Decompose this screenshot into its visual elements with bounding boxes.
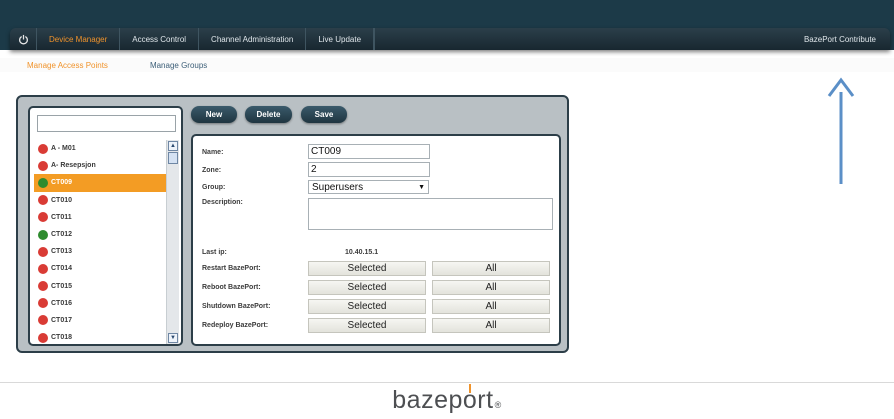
group-label: Group: [202,184,226,191]
logo-text-end: rt [477,386,494,414]
device-list-item-label: CT012 [51,231,73,239]
device-list-item[interactable]: CT012 [34,226,166,243]
device-list-item[interactable]: CT014 [34,260,166,277]
group-select-value: Superusers [312,181,364,193]
annotation-arrow-icon [827,77,855,184]
shutdown-all-button[interactable]: All [432,299,550,314]
footer-divider [0,382,894,383]
reboot-label: Reboot BazePort: [202,284,261,291]
nav-tab-device-manager[interactable]: Device Manager [36,28,119,50]
device-list-item-label: CT009 [51,179,73,187]
device-list-item-label: CT011 [51,213,72,221]
status-offline-icon [38,195,48,206]
access-point-panel: A - M01 A- Resepsjon CT009 CT010 CT011 CT012 C… [16,95,569,353]
group-select[interactable]: Superusers ▼ [308,180,429,194]
logo-text-start: bazep [392,386,463,414]
device-list-item[interactable]: CT018 [34,329,166,344]
description-label: Description: [202,199,243,206]
save-button[interactable]: Save [301,106,347,123]
shutdown-selected-button[interactable]: Selected [308,299,426,314]
status-online-icon [38,177,48,188]
device-list-item[interactable]: CT015 [34,278,166,295]
redeploy-all-button[interactable]: All [432,318,550,333]
device-search-input[interactable] [37,115,176,132]
reboot-all-button[interactable]: All [432,280,550,295]
restart-all-button[interactable]: All [432,261,550,276]
device-list-item[interactable]: CT017 [34,312,166,329]
reboot-selected-button[interactable]: Selected [308,280,426,295]
scroll-down-icon[interactable]: ▼ [168,333,178,343]
device-list-item-label: CT018 [51,334,73,342]
device-list-panel: A - M01 A- Resepsjon CT009 CT010 CT011 CT012 C… [28,106,183,346]
last-ip-label: Last ip: [202,249,227,256]
shutdown-label: Shutdown BazePort: [202,303,271,310]
device-list-item[interactable]: CT010 [34,192,166,209]
top-header-bar: Device Manager Access Control Channel Ad… [0,0,894,50]
status-offline-icon [38,143,48,154]
status-offline-icon [38,246,48,257]
nav-tab-live-update[interactable]: Live Update [305,28,373,50]
list-scrollbar[interactable]: ▲ ▼ [166,140,179,344]
subnav-manage-access-points[interactable]: Manage Access Points [0,61,108,70]
name-field[interactable]: CT009 [308,144,430,159]
device-list-item[interactable]: CT009 [34,174,166,192]
device-list-item-label: CT017 [51,316,73,324]
description-field[interactable] [308,198,553,230]
device-list-item-label: CT015 [51,282,73,290]
status-offline-icon [38,298,48,309]
device-list-item-label: A - M01 [51,145,76,153]
new-button[interactable]: New [191,106,237,123]
subnav-manage-groups[interactable]: Manage Groups [108,61,207,70]
device-list-item-label: CT010 [51,196,73,204]
delete-button[interactable]: Delete [245,106,292,123]
device-list-item-label: CT013 [51,248,73,256]
device-details-form: Name: CT009 Zone: 2 Group: Superusers ▼ … [191,134,561,346]
device-list-item-label: CT014 [51,265,73,273]
scroll-up-icon[interactable]: ▲ [168,141,178,151]
scroll-thumb[interactable] [168,152,178,164]
logo-registered-mark: ® [494,400,502,410]
name-label: Name: [202,149,224,156]
device-list-item[interactable]: CT016 [34,295,166,312]
sub-navigation: Manage Access Points Manage Groups [0,58,894,72]
dropdown-caret-icon: ▼ [418,184,425,191]
restart-selected-button[interactable]: Selected [308,261,426,276]
restart-label: Restart BazePort: [202,265,261,272]
status-offline-icon [38,160,48,171]
nav-tab-channel-administration[interactable]: Channel Administration [198,28,305,50]
status-offline-icon [38,315,48,326]
zone-field[interactable]: 2 [308,162,430,177]
device-list-item-label: A- Resepsjon [51,162,96,170]
device-list-item[interactable]: A - M01 [34,140,166,157]
redeploy-label: Redeploy BazePort: [202,322,269,329]
device-list-item[interactable]: CT011 [34,209,166,226]
last-ip-value: 10.40.15.1 [345,249,379,256]
status-offline-icon [38,332,48,343]
main-navigation: Device Manager Access Control Channel Ad… [10,28,890,50]
nav-bazeport-contribute[interactable]: BazePort Contribute [792,28,890,50]
redeploy-selected-button[interactable]: Selected [308,318,426,333]
device-list: A - M01 A- Resepsjon CT009 CT010 CT011 CT012 C… [34,140,166,344]
device-list-item[interactable]: A- Resepsjon [34,157,166,174]
logo-tick [469,384,472,393]
status-offline-icon [38,281,48,292]
status-offline-icon [38,263,48,274]
logo-power-o: o [463,384,477,414]
nav-tab-access-control[interactable]: Access Control [119,28,198,50]
status-offline-icon [38,212,48,223]
device-list-item-label: CT016 [51,299,73,307]
power-icon[interactable] [10,28,36,50]
bazeport-logo: bazepo rt® [0,384,894,415]
zone-label: Zone: [202,167,222,174]
nav-divider [373,28,376,50]
status-online-icon [38,229,48,240]
device-list-item[interactable]: CT013 [34,243,166,260]
